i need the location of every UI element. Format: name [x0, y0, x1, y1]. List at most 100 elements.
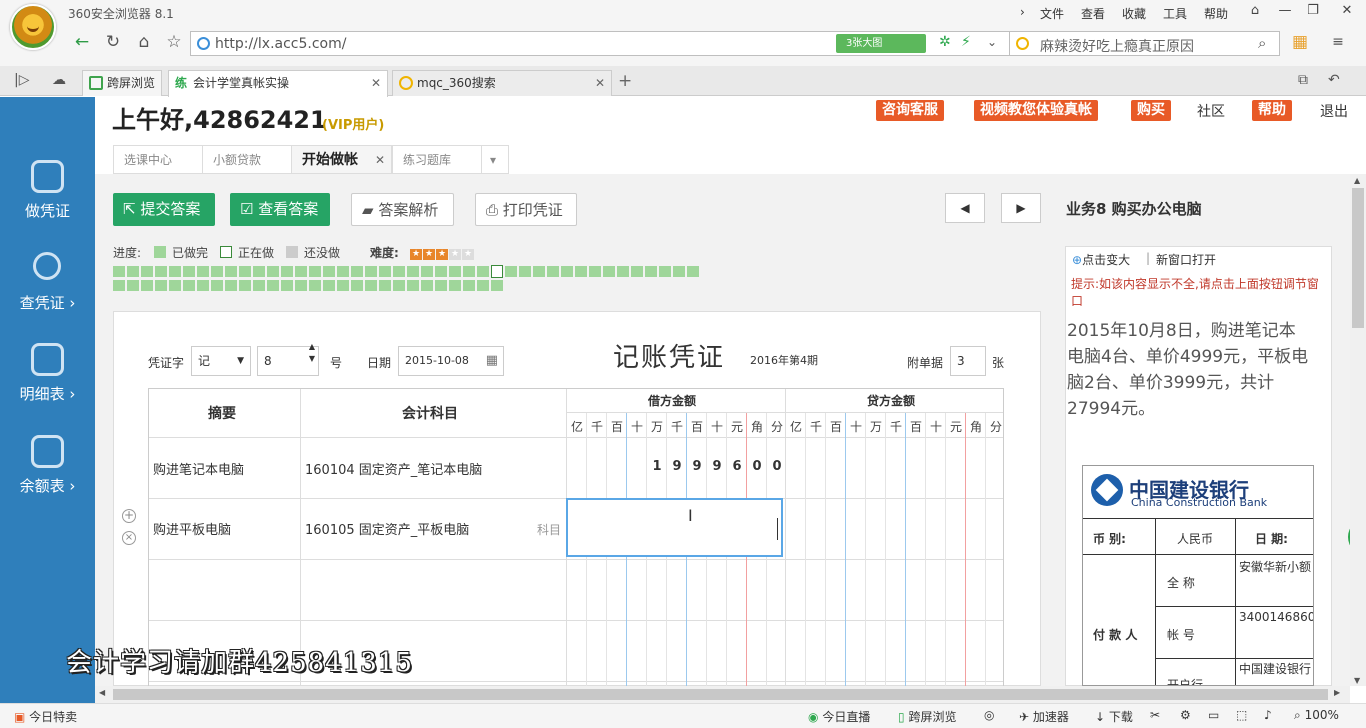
progress-cell[interactable]: [337, 266, 349, 277]
progress-cell[interactable]: [323, 280, 335, 291]
progress-cell[interactable]: [211, 280, 223, 291]
tab-course-center[interactable]: 选课中心: [113, 145, 203, 174]
progress-cell[interactable]: [337, 280, 349, 291]
progress-cell[interactable]: [225, 280, 237, 291]
sidebar-item-make-voucher[interactable]: 做凭证: [0, 160, 95, 240]
progress-cell[interactable]: [127, 266, 139, 277]
submit-answer-button[interactable]: ⇱ 提交答案: [113, 193, 215, 226]
tab-exercise-bank[interactable]: 练习题库: [392, 145, 482, 174]
progress-cell[interactable]: [477, 266, 489, 277]
print-voucher-button[interactable]: ⎙ 打印凭证: [475, 193, 577, 226]
row1-subject[interactable]: 160104 固定资产_笔记本电脑: [305, 459, 482, 478]
progress-cell[interactable]: [631, 266, 643, 277]
progress-cell[interactable]: [155, 266, 167, 277]
sidebar-toggle-icon[interactable]: |▷: [14, 72, 29, 88]
attach-count-field[interactable]: 3: [950, 346, 986, 376]
progress-cell[interactable]: [435, 266, 447, 277]
close-icon[interactable]: ✕: [371, 71, 381, 95]
progress-cell[interactable]: [393, 266, 405, 277]
cross-screen-tab[interactable]: 跨屏浏览: [82, 70, 162, 96]
vertical-scroll-thumb[interactable]: [1352, 188, 1364, 328]
logout-link[interactable]: 退出: [1320, 101, 1348, 121]
cut-icon[interactable]: ✂: [1150, 708, 1160, 722]
progress-cell[interactable]: [393, 280, 405, 291]
progress-cell[interactable]: [603, 266, 615, 277]
row2-debit-input[interactable]: I: [566, 498, 783, 557]
progress-cell[interactable]: [127, 280, 139, 291]
minimize-icon[interactable]: —: [1270, 0, 1300, 22]
menu-view[interactable]: 查看: [1081, 5, 1105, 22]
progress-cell[interactable]: [295, 280, 307, 291]
security-icon[interactable]: ✲: [939, 34, 951, 50]
progress-cell[interactable]: [477, 280, 489, 291]
big-image-button[interactable]: 3张大图: [836, 34, 926, 53]
scroll-left-icon[interactable]: ◀: [99, 688, 105, 697]
progress-cell[interactable]: [519, 266, 531, 277]
stepper-arrows-icon[interactable]: ▲ ▼: [309, 341, 315, 365]
scroll-up-icon[interactable]: ▲: [1354, 176, 1360, 185]
voucher-number-stepper[interactable]: 8 ▲ ▼: [257, 342, 319, 376]
row1-summary[interactable]: 购进笔记本电脑: [153, 459, 244, 478]
progress-cell[interactable]: [659, 266, 671, 277]
progress-cell[interactable]: [533, 266, 545, 277]
tab-start-accounting[interactable]: 开始做帐 ✕: [291, 145, 392, 174]
progress-cell[interactable]: [421, 266, 433, 277]
tab-search[interactable]: mqc_360搜索 ✕: [392, 70, 612, 96]
progress-cell[interactable]: [491, 265, 503, 278]
view-answer-button[interactable]: ☑ 查看答案: [230, 193, 330, 226]
progress-cell[interactable]: [309, 280, 321, 291]
progress-cell[interactable]: [169, 266, 181, 277]
today-special-link[interactable]: ▣ 今日特卖: [14, 708, 77, 725]
chevron-right-icon[interactable]: ›: [1020, 5, 1025, 19]
tab-small-loan[interactable]: 小额贷款: [202, 145, 292, 174]
progress-cell[interactable]: [575, 266, 587, 277]
progress-cell[interactable]: [211, 266, 223, 277]
audio-icon[interactable]: ♪: [1264, 708, 1272, 722]
chevron-down-icon[interactable]: ▾: [481, 145, 509, 174]
sidebar-item-query-voucher[interactable]: 查凭证 ›: [0, 252, 95, 332]
menu-tools[interactable]: 工具: [1163, 5, 1187, 22]
lightning-icon[interactable]: ⚡: [961, 34, 971, 50]
progress-cell[interactable]: [309, 266, 321, 277]
close-icon[interactable]: ✕: [1328, 0, 1366, 22]
progress-cell[interactable]: [351, 280, 363, 291]
progress-cell[interactable]: [351, 266, 363, 277]
progress-cell[interactable]: [267, 280, 279, 291]
progress-cell[interactable]: [323, 266, 335, 277]
progress-cell[interactable]: [239, 266, 251, 277]
progress-cell[interactable]: [295, 266, 307, 277]
tools-icon[interactable]: ⚙: [1180, 708, 1191, 722]
sidebar-item-detail[interactable]: 明细表 ›: [0, 343, 95, 423]
skin-icon[interactable]: ⌂: [1240, 0, 1270, 22]
star-icon[interactable]: ☆: [162, 30, 186, 54]
address-bar[interactable]: http://lx.acc5.com/ 3张大图 ✲ ⚡ ⌄: [190, 31, 1010, 56]
tab-list-icon[interactable]: ⧉: [1298, 72, 1308, 88]
next-button[interactable]: ▶: [1001, 193, 1041, 223]
progress-cell[interactable]: [547, 266, 559, 277]
search-icon[interactable]: ⌕: [1258, 34, 1266, 52]
screen-icon[interactable]: ⬚: [1236, 708, 1247, 722]
progress-cell[interactable]: [379, 266, 391, 277]
zoom-control[interactable]: ⌕ 100%: [1294, 708, 1339, 723]
horizontal-scroll-thumb[interactable]: [113, 689, 1328, 700]
search-box[interactable]: 麻辣烫好吃上瘾真正原因 ⌕: [1010, 31, 1280, 56]
scroll-down-icon[interactable]: ▼: [1354, 676, 1360, 685]
progress-cell[interactable]: [253, 280, 265, 291]
download-link[interactable]: ↓ 下载: [1095, 708, 1133, 725]
progress-cell[interactable]: [253, 266, 265, 277]
buy-button[interactable]: 购买: [1131, 100, 1171, 121]
progress-cell[interactable]: [281, 280, 293, 291]
progress-cell[interactable]: [183, 266, 195, 277]
progress-cell[interactable]: [435, 280, 447, 291]
help-button[interactable]: 帮助: [1252, 100, 1292, 121]
progress-cell[interactable]: [267, 266, 279, 277]
menu-help[interactable]: 帮助: [1204, 5, 1228, 22]
window-icon[interactable]: ▭: [1208, 708, 1219, 722]
progress-cell[interactable]: [449, 280, 461, 291]
progress-cell[interactable]: [281, 266, 293, 277]
progress-cell[interactable]: [407, 266, 419, 277]
progress-cell[interactable]: [365, 266, 377, 277]
menu-file[interactable]: 文件: [1040, 5, 1064, 22]
progress-cell[interactable]: [589, 266, 601, 277]
maximize-icon[interactable]: ❐: [1298, 0, 1328, 22]
